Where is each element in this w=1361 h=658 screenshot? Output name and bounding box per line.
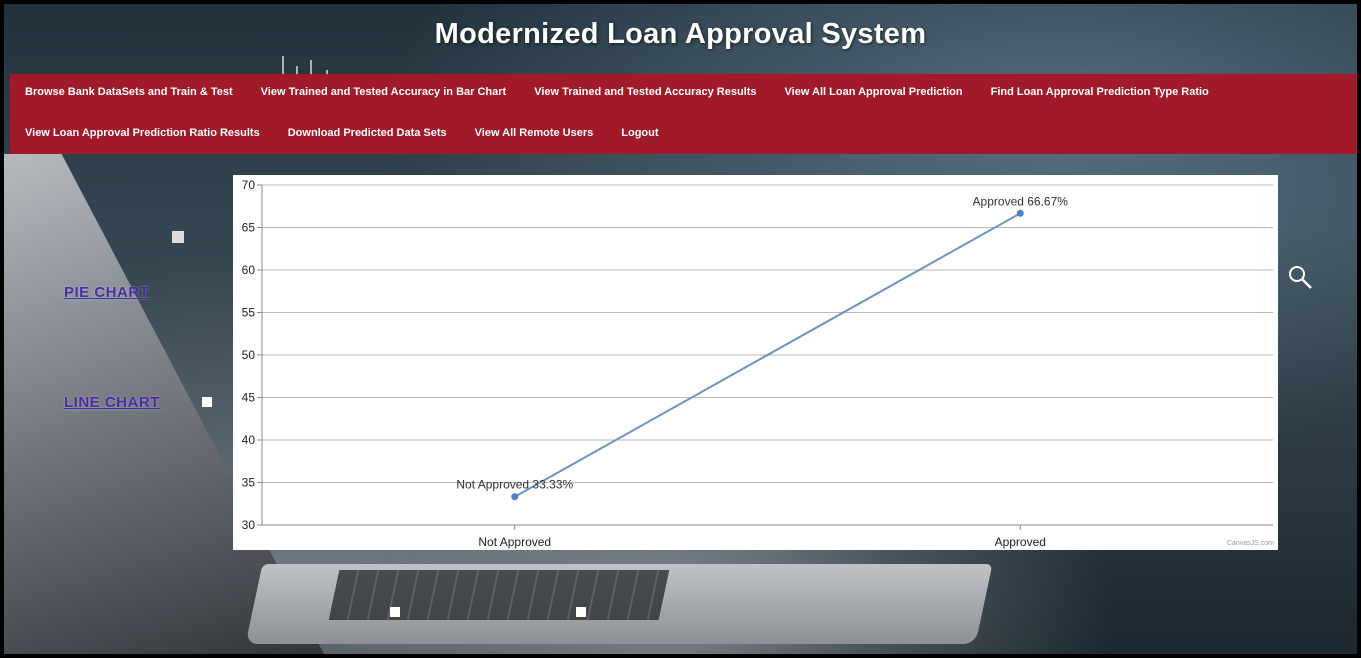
pie-chart-link[interactable]: PIE CHART <box>64 284 149 301</box>
y-tick-label: 65 <box>242 221 256 235</box>
y-tick-label: 40 <box>242 433 256 447</box>
deco-square <box>576 607 586 617</box>
nav-accuracy-results[interactable]: View Trained and Tested Accuracy Results <box>534 86 756 98</box>
chart-svg: 30 35 40 45 50 55 60 65 70 Not Approved Approved No… <box>242 178 1273 549</box>
nav-accuracy-bar-chart[interactable]: View Trained and Tested Accuracy in Bar … <box>261 86 507 98</box>
deco-square <box>202 397 212 407</box>
chart-watermark: CanvasJS.com <box>1226 540 1274 547</box>
line-chart-link[interactable]: LINE CHART <box>64 394 160 411</box>
line-chart: 30 35 40 45 50 55 60 65 70 Not Approved Approved No… <box>233 175 1278 550</box>
y-tick-label: 60 <box>242 263 256 277</box>
data-point <box>511 493 519 501</box>
main-navigation: Browse Bank DataSets and Train & Test Vi… <box>10 74 1357 154</box>
y-tick-label: 35 <box>242 476 256 490</box>
nav-remote-users[interactable]: View All Remote Users <box>475 127 594 139</box>
x-tick-label: Not Approved <box>478 535 551 549</box>
page-background: Modernized Loan Approval System Browse B… <box>4 4 1357 654</box>
y-tick-label: 70 <box>242 178 256 192</box>
nav-row-2: View Loan Approval Prediction Ratio Resu… <box>25 127 659 139</box>
magnifier-icon <box>1289 266 1312 289</box>
nav-prediction-ratio-results[interactable]: View Loan Approval Prediction Ratio Resu… <box>25 127 260 139</box>
nav-row-1: Browse Bank DataSets and Train & Test Vi… <box>25 86 1209 98</box>
nav-download-predicted-data[interactable]: Download Predicted Data Sets <box>288 127 447 139</box>
nav-logout[interactable]: Logout <box>621 127 658 139</box>
nav-all-loan-predictions[interactable]: View All Loan Approval Prediction <box>785 86 963 98</box>
nav-prediction-type-ratio[interactable]: Find Loan Approval Prediction Type Ratio <box>991 86 1209 98</box>
laptop-keyboard-decoration <box>328 570 670 620</box>
data-label: Approved 66.67% <box>973 194 1069 208</box>
y-tick-label: 30 <box>242 518 256 532</box>
nav-browse-datasets[interactable]: Browse Bank DataSets and Train & Test <box>25 86 233 98</box>
y-tick-label: 45 <box>242 391 256 405</box>
deco-square <box>172 231 184 243</box>
deco-square <box>390 607 400 617</box>
data-label: Not Approved 33.33% <box>456 478 573 492</box>
x-tick-label: Approved <box>995 535 1046 549</box>
page-title: Modernized Loan Approval System <box>434 18 927 50</box>
y-tick-label: 50 <box>242 348 256 362</box>
y-tick-label: 55 <box>242 306 256 320</box>
data-point <box>1016 209 1024 217</box>
